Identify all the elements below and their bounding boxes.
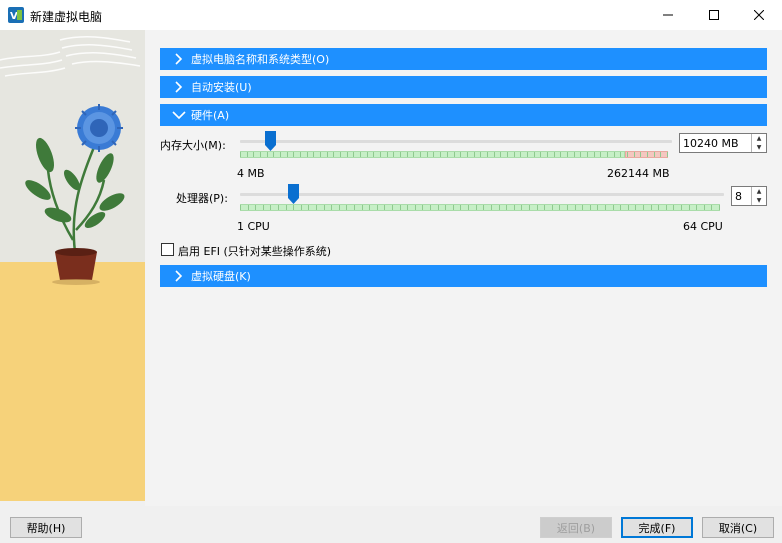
memory-max-label: 262144 MB	[607, 167, 670, 180]
spin-down-icon[interactable]: ▼	[752, 196, 766, 205]
chevron-right-icon	[169, 76, 189, 98]
plant-illustration	[0, 36, 141, 285]
section-label: 虚拟硬盘(K)	[191, 270, 251, 283]
memory-size-label: 内存大小(M):	[160, 139, 226, 152]
processor-count-spinbox[interactable]: 8 ▲ ▼	[731, 186, 767, 206]
memory-slider-track[interactable]	[240, 140, 672, 143]
svg-text:V: V	[10, 11, 18, 22]
chevron-right-icon	[169, 48, 189, 70]
section-virtual-disk[interactable]: 虚拟硬盘(K)	[160, 265, 767, 287]
memory-slider-thumb[interactable]	[265, 131, 277, 151]
section-label: 自动安装(U)	[191, 81, 252, 94]
maximize-button[interactable]	[691, 0, 737, 30]
help-button[interactable]: 帮助(H)	[10, 517, 82, 538]
processor-min-label: 1 CPU	[237, 220, 270, 233]
wizard-illustration	[0, 30, 145, 501]
enable-efi-checkbox[interactable]	[161, 243, 174, 256]
section-hardware[interactable]: 硬件(A)	[160, 104, 767, 126]
spin-down-icon[interactable]: ▼	[752, 143, 766, 152]
section-unattended-install[interactable]: 自动安装(U)	[160, 76, 767, 98]
processor-tick-marks	[240, 205, 720, 210]
window-title: 新建虚拟电脑	[30, 10, 103, 24]
memory-size-value[interactable]: 10240 MB	[680, 137, 751, 150]
cancel-button[interactable]: 取消(C)	[702, 517, 774, 538]
processor-slider-thumb[interactable]	[287, 184, 299, 204]
memory-tick-marks	[240, 152, 668, 157]
back-button[interactable]: 返回(B)	[540, 517, 612, 538]
chevron-right-icon	[169, 265, 189, 287]
spin-up-icon[interactable]: ▲	[752, 134, 766, 143]
close-button[interactable]	[736, 0, 782, 30]
maximize-icon	[709, 10, 719, 20]
memory-size-spinbox[interactable]: 10240 MB ▲ ▼	[679, 133, 767, 153]
processor-label: 处理器(P):	[176, 192, 228, 205]
virtualbox-app-icon: V	[8, 7, 24, 23]
chevron-down-icon	[169, 104, 189, 126]
title-bar: V 新建虚拟电脑	[0, 0, 782, 30]
processor-max-label: 64 CPU	[683, 220, 723, 233]
processor-slider-track[interactable]	[240, 193, 724, 196]
section-label: 虚拟电脑名称和系统类型(O)	[191, 53, 330, 66]
minimize-icon	[663, 14, 673, 16]
memory-min-label: 4 MB	[237, 167, 265, 180]
minimize-button[interactable]	[645, 0, 691, 30]
enable-efi-label[interactable]: 启用 EFI (只针对某些操作系统)	[178, 243, 331, 259]
close-icon	[754, 10, 764, 20]
finish-button[interactable]: 完成(F)	[621, 517, 693, 538]
processor-count-value[interactable]: 8	[732, 190, 751, 203]
spin-up-icon[interactable]: ▲	[752, 187, 766, 196]
section-name-and-type[interactable]: 虚拟电脑名称和系统类型(O)	[160, 48, 767, 70]
section-label: 硬件(A)	[191, 109, 230, 122]
